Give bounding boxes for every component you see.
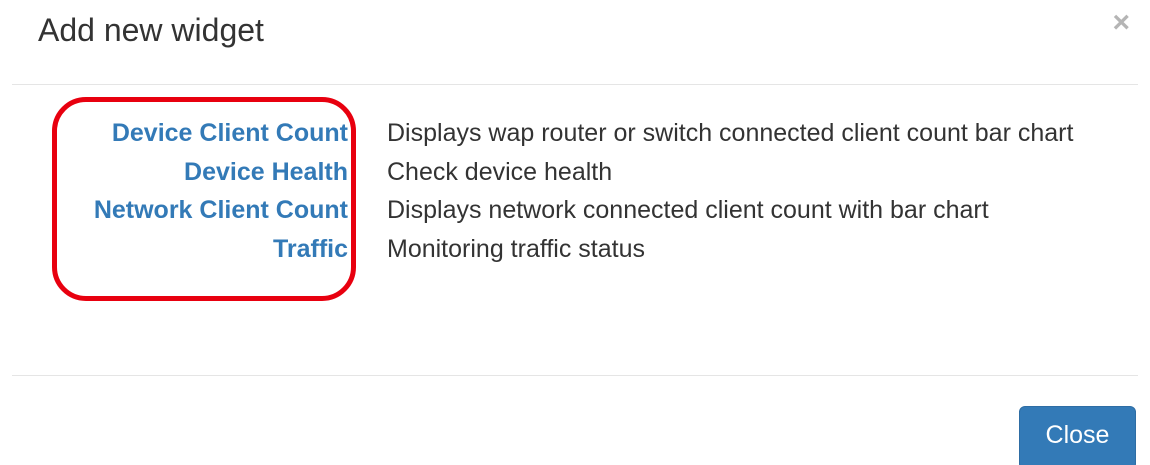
- dialog-header: Add new widget ×: [12, 0, 1138, 85]
- widget-row-device-health: Device Health Check device health: [12, 153, 1087, 192]
- dialog-title: Add new widget: [38, 12, 264, 48]
- dialog-footer: Close: [12, 376, 1138, 465]
- widget-description: Displays wap router or switch connected …: [387, 119, 1074, 147]
- widget-link-traffic[interactable]: Traffic: [273, 235, 348, 263]
- widget-description: Monitoring traffic status: [387, 234, 645, 263]
- close-icon[interactable]: ×: [1112, 8, 1130, 38]
- add-widget-dialog: Add new widget × Device Client Count Dis…: [0, 0, 1150, 465]
- widget-list: Device Client Count Displays wap router …: [12, 114, 1087, 268]
- widget-description: Check device health: [387, 157, 613, 186]
- widget-row-device-client-count: Device Client Count Displays wap router …: [12, 114, 1087, 153]
- widget-description: Displays network connected client count …: [387, 196, 989, 224]
- widget-row-traffic: Traffic Monitoring traffic status: [12, 230, 1087, 269]
- widget-link-network-client-count[interactable]: Network Client Count: [94, 196, 348, 224]
- widget-link-device-health[interactable]: Device Health: [184, 158, 348, 186]
- widget-link-device-client-count[interactable]: Device Client Count: [112, 119, 348, 147]
- close-button[interactable]: Close: [1019, 406, 1136, 465]
- widget-row-network-client-count: Network Client Count Displays network co…: [12, 191, 1087, 230]
- dialog-body: Device Client Count Displays wap router …: [12, 85, 1138, 376]
